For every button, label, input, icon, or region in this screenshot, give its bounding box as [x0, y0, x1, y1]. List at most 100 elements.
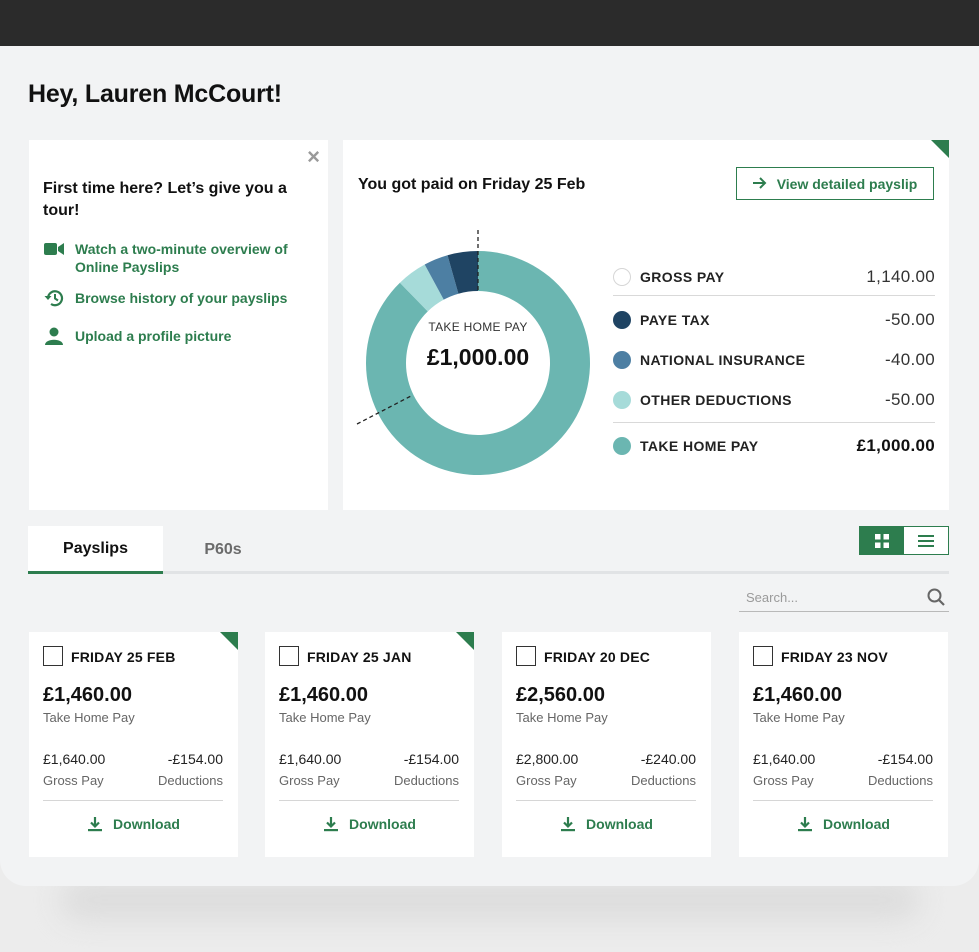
payslip-checkbox[interactable] [753, 646, 773, 666]
download-label: Download [586, 816, 653, 832]
payslip-card[interactable]: FRIDAY 20 DEC £2,560.00 Take Home Pay £2… [502, 632, 711, 857]
tab-p60s[interactable]: P60s [163, 526, 283, 574]
legend-label: NATIONAL INSURANCE [640, 352, 806, 368]
payslip-date: FRIDAY 25 JAN [307, 649, 412, 665]
top-bar [0, 0, 979, 46]
pay-breakdown-legend: GROSS PAY 1,140.00 PAYE TAX -50.00 NATIO… [613, 258, 935, 468]
new-corner-flag [931, 140, 949, 158]
download-button[interactable]: Download [502, 816, 711, 832]
donut-center-value: £1,000.00 [426, 344, 530, 370]
legend-row-gross-pay: GROSS PAY 1,140.00 [613, 258, 935, 296]
legend-label: PAYE TAX [640, 312, 710, 328]
deductions-amount: -£240.00 [640, 751, 696, 767]
legend-dot [613, 311, 631, 329]
payday-title: You got paid on Friday 25 Feb [358, 176, 586, 193]
divider [753, 800, 933, 801]
payslip-tabs: Payslips P60s [28, 526, 949, 574]
payslip-card[interactable]: FRIDAY 25 JAN £1,460.00 Take Home Pay £1… [265, 632, 474, 857]
take-home-amount: £1,460.00 [279, 684, 368, 706]
take-home-amount: £2,560.00 [516, 684, 605, 706]
legend-dot [613, 351, 631, 369]
page-title: Hey, Lauren McCourt! [28, 80, 282, 108]
download-label: Download [349, 816, 416, 832]
view-detailed-payslip-label: View detailed payslip [776, 175, 918, 192]
payslip-card[interactable]: FRIDAY 25 FEB £1,460.00 Take Home Pay £1… [29, 632, 238, 857]
deductions-label: Deductions [393, 773, 459, 788]
device-shadow [60, 880, 920, 920]
legend-dot [613, 391, 631, 409]
pay-summary-card: You got paid on Friday 25 Feb View detai… [343, 140, 949, 510]
tour-link-label: Watch a two-minute overview of Online Pa… [75, 241, 288, 275]
divider [279, 800, 459, 801]
deductions-label: Deductions [630, 773, 696, 788]
download-icon [798, 817, 813, 832]
arrow-right-icon [752, 176, 767, 192]
deductions-amount: -£154.00 [877, 751, 933, 767]
tab-payslips[interactable]: Payslips [28, 526, 163, 574]
download-label: Download [113, 816, 180, 832]
payslip-date: FRIDAY 20 DEC [544, 649, 651, 665]
payslip-checkbox[interactable] [43, 646, 63, 666]
divider [516, 800, 696, 801]
deductions-amount: -£154.00 [403, 751, 459, 767]
gross-pay-amount: £1,640.00 [43, 751, 106, 767]
donut-center-label: TAKE HOME PAY [428, 320, 528, 334]
tour-link-profile[interactable]: Upload a profile picture [43, 327, 231, 345]
download-icon [561, 817, 576, 832]
search-icon[interactable] [927, 588, 945, 611]
legend-label: GROSS PAY [640, 268, 725, 285]
legend-amount: -50.00 [884, 310, 935, 329]
list-icon [918, 534, 934, 547]
grid-view-button[interactable] [860, 527, 904, 554]
user-icon [43, 327, 65, 345]
legend-label: OTHER DEDUCTIONS [640, 392, 792, 408]
legend-row-paye-tax: PAYE TAX -50.00 [613, 300, 935, 340]
legend-amount: 1,140.00 [866, 266, 935, 286]
search-input[interactable] [739, 590, 909, 605]
legend-row-other-deductions: OTHER DEDUCTIONS -50.00 [613, 380, 935, 420]
app-window: Hey, Lauren McCourt! × First time here? … [0, 0, 979, 886]
take-home-label: Take Home Pay [43, 710, 135, 725]
take-home-label: Take Home Pay [753, 710, 845, 725]
divider [43, 800, 223, 801]
payslip-card[interactable]: FRIDAY 23 NOV £1,460.00 Take Home Pay £1… [739, 632, 948, 857]
gross-pay-amount: £1,640.00 [279, 751, 342, 767]
take-home-amount: £1,460.00 [43, 684, 132, 706]
download-icon [324, 817, 339, 832]
new-corner-flag [220, 632, 238, 650]
payslip-checkbox[interactable] [516, 646, 536, 666]
gross-pay-label: Gross Pay [516, 773, 577, 788]
view-detailed-payslip-button[interactable]: View detailed payslip [736, 167, 934, 200]
history-icon [43, 289, 65, 307]
search-field [739, 584, 949, 612]
gross-pay-amount: £2,800.00 [516, 751, 579, 767]
download-button[interactable]: Download [265, 816, 474, 832]
gross-pay-label: Gross Pay [753, 773, 814, 788]
legend-row-take-home-pay: TAKE HOME PAY £1,000.00 [613, 422, 935, 468]
close-icon[interactable]: × [307, 144, 320, 170]
legend-amount: -50.00 [884, 390, 935, 409]
tour-link-history[interactable]: Browse history of your payslips [43, 289, 287, 307]
take-home-label: Take Home Pay [516, 710, 608, 725]
tour-link-overview[interactable]: Watch a two-minute overview of Online Pa… [43, 240, 305, 276]
legend-label: TAKE HOME PAY [640, 437, 759, 454]
download-button[interactable]: Download [29, 816, 238, 832]
tour-title: First time here? Let’s give you a tour! [43, 180, 287, 219]
take-home-label: Take Home Pay [279, 710, 371, 725]
tour-card: × First time here? Let’s give you a tour… [29, 140, 328, 510]
list-view-button[interactable] [904, 527, 948, 554]
legend-dot [613, 436, 631, 455]
donut-center: TAKE HOME PAY £1,000.00 [398, 320, 558, 371]
deductions-label: Deductions [867, 773, 933, 788]
payslip-date: FRIDAY 23 NOV [781, 649, 888, 665]
download-label: Download [823, 816, 890, 832]
take-home-amount: £1,460.00 [753, 684, 842, 706]
download-button[interactable]: Download [739, 816, 948, 832]
legend-amount: £1,000.00 [856, 435, 935, 455]
legend-dot [613, 267, 631, 286]
deductions-label: Deductions [157, 773, 223, 788]
tour-link-label: Browse history of your payslips [75, 290, 288, 306]
payslip-checkbox[interactable] [279, 646, 299, 666]
payslip-date: FRIDAY 25 FEB [71, 649, 176, 665]
legend-row-national-insurance: NATIONAL INSURANCE -40.00 [613, 340, 935, 380]
